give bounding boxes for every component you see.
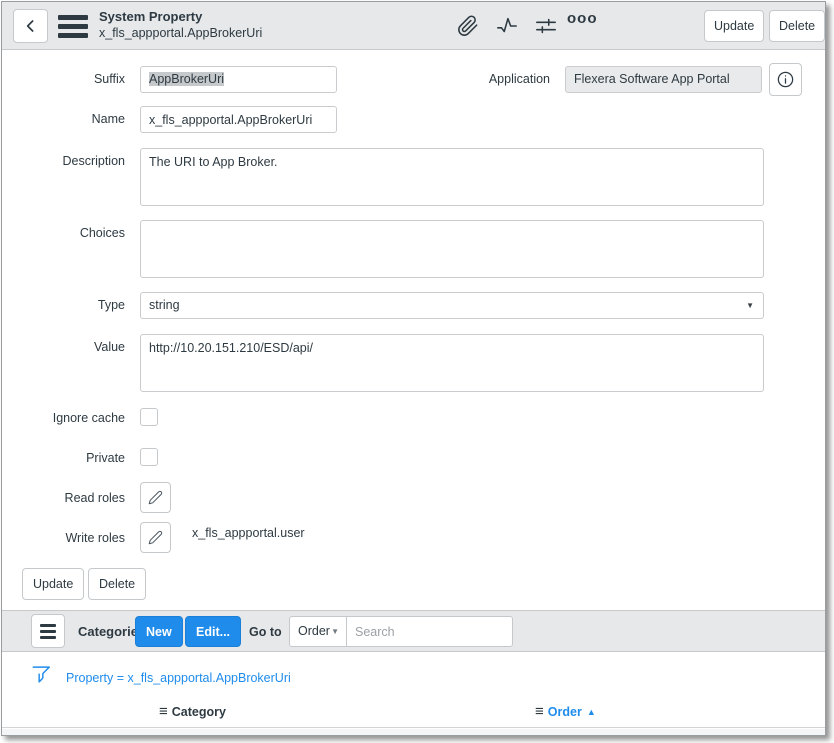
list-search-input[interactable] <box>346 616 513 647</box>
form-header-bar: System Property x_fls_appportal.AppBroke… <box>2 2 825 50</box>
sort-ascending-icon: ▲ <box>587 707 596 717</box>
category-column-header[interactable]: ≡ Category <box>159 703 226 720</box>
back-button[interactable] <box>13 9 48 43</box>
goto-field-select[interactable]: Order ▼ <box>289 616 347 647</box>
info-icon <box>776 70 795 89</box>
name-input[interactable] <box>140 106 337 133</box>
form-update-button[interactable]: Update <box>22 568 84 600</box>
menu-icon <box>40 624 56 639</box>
suffix-selected-text: AppBrokerUri <box>149 72 224 86</box>
app-window: System Property x_fls_appportal.AppBroke… <box>1 1 826 736</box>
activity-stream-icon[interactable] <box>496 15 518 37</box>
write-roles-value: x_fls_appportal.user <box>192 526 305 540</box>
read-roles-edit-button[interactable] <box>140 482 171 513</box>
ignore-cache-label: Ignore cache <box>22 411 125 425</box>
order-column-header[interactable]: ≡ Order ▲ <box>535 703 596 720</box>
type-selected-value: string <box>149 298 180 312</box>
application-label: Application <box>422 72 550 86</box>
screenshot: System Property x_fls_appportal.AppBroke… <box>0 0 834 743</box>
select-caret-icon: ▼ <box>331 617 339 646</box>
filter-funnel-icon[interactable] <box>30 663 52 686</box>
write-roles-edit-button[interactable] <box>140 522 171 553</box>
header-update-button[interactable]: Update <box>704 10 764 42</box>
more-options-icon[interactable]: ooo <box>567 10 598 27</box>
header-delete-button[interactable]: Delete <box>769 10 825 42</box>
select-caret-icon: ▼ <box>746 293 754 318</box>
form-delete-button[interactable]: Delete <box>88 568 146 600</box>
suffix-input[interactable]: AppBrokerUri <box>140 66 337 93</box>
choices-label: Choices <box>22 226 125 240</box>
description-textarea[interactable]: The URI to App Broker. <box>140 148 764 206</box>
form-context-menu-icon[interactable] <box>58 15 88 42</box>
type-select[interactable]: string ▼ <box>140 292 764 319</box>
pencil-icon <box>148 490 163 505</box>
private-checkbox[interactable] <box>140 448 158 466</box>
order-column-label: Order <box>548 705 582 719</box>
column-menu-icon[interactable]: ≡ <box>535 703 544 720</box>
page-title: System Property <box>99 9 262 25</box>
application-field: Flexera Software App Portal <box>565 66 762 93</box>
edit-button[interactable]: Edit... <box>185 616 241 647</box>
column-menu-icon[interactable]: ≡ <box>159 703 168 720</box>
description-label: Description <box>22 154 125 168</box>
pencil-icon <box>148 530 163 545</box>
list-column-header-row: ⚙ ≡ Category ≡ Order ▲ <box>2 696 825 728</box>
attachment-icon[interactable] <box>457 15 479 37</box>
chevron-left-icon <box>21 16 41 36</box>
page-subtitle: x_fls_appportal.AppBrokerUri <box>99 25 262 41</box>
goto-selected-value: Order <box>298 624 330 638</box>
application-info-button[interactable] <box>769 63 802 96</box>
list-filter-row: Property = x_fls_appportal.AppBrokerUri <box>2 653 825 696</box>
goto-label: Go to <box>249 625 282 639</box>
category-column-label: Category <box>172 705 226 719</box>
name-label: Name <box>22 112 125 126</box>
list-footer-area <box>2 729 825 735</box>
value-textarea[interactable]: http://10.20.151.210/ESD/api/ <box>140 334 764 392</box>
read-roles-label: Read roles <box>22 491 125 505</box>
page-title-block: System Property x_fls_appportal.AppBroke… <box>99 9 262 41</box>
value-label: Value <box>22 340 125 354</box>
filter-breadcrumb-link[interactable]: Property = x_fls_appportal.AppBrokerUri <box>66 671 291 685</box>
write-roles-label: Write roles <box>22 531 125 545</box>
private-label: Private <box>22 451 125 465</box>
personalize-form-icon[interactable] <box>535 15 557 37</box>
ignore-cache-checkbox[interactable] <box>140 408 158 426</box>
categories-list-header: Categories New Edit... Go to Order ▼ <box>2 610 825 652</box>
type-label: Type <box>22 298 125 312</box>
new-button[interactable]: New <box>135 616 183 647</box>
suffix-label: Suffix <box>22 72 125 86</box>
choices-textarea[interactable] <box>140 220 764 278</box>
list-context-menu-button[interactable] <box>31 614 65 648</box>
